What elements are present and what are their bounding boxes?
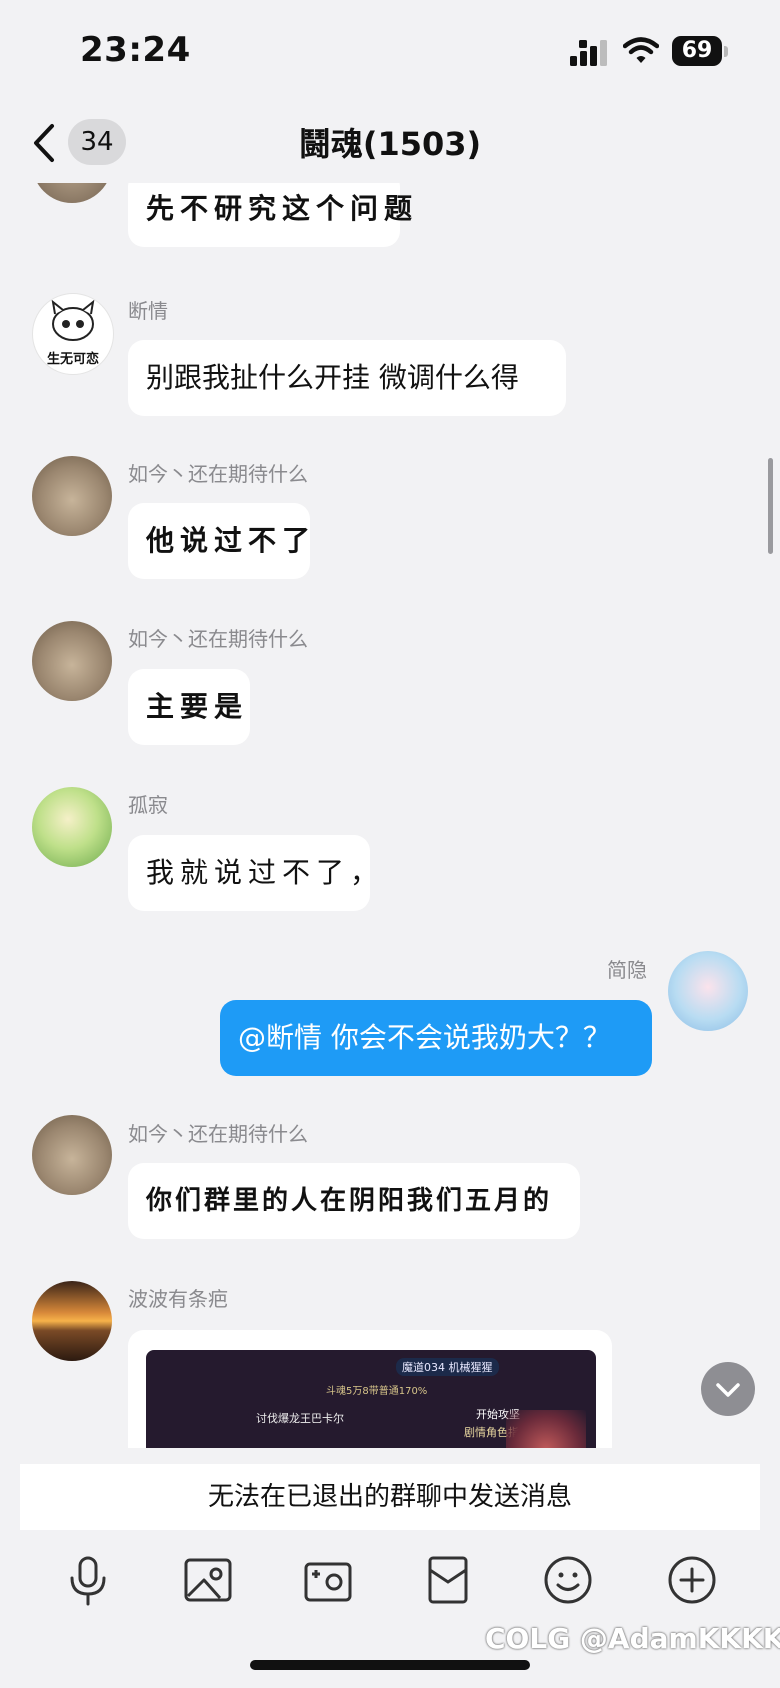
- battery-cap: [724, 46, 728, 57]
- anime-girl-avatar[interactable]: [668, 951, 748, 1031]
- message-bubble[interactable]: 他说过不了: [128, 503, 310, 579]
- sunset-avatar[interactable]: [32, 1281, 112, 1361]
- cat-avatar[interactable]: [32, 621, 112, 701]
- game-portrait: [506, 1410, 586, 1448]
- cat-avatar[interactable]: [32, 456, 112, 536]
- sender-name: 如今丶还在期待什么: [128, 462, 308, 486]
- message-bubble[interactable]: 我就说过不了，: [128, 835, 378, 911]
- cellular-signal-icon: [570, 40, 607, 66]
- group-exited-notice: 无法在已退出的群聊中发送消息: [20, 1464, 760, 1530]
- wifi-icon: [623, 37, 659, 63]
- sender-name: 如今丶还在期待什么: [128, 627, 308, 651]
- message-bubble[interactable]: 主要是: [128, 669, 250, 745]
- scroll-indicator[interactable]: [768, 458, 773, 554]
- image-icon[interactable]: [180, 1552, 236, 1608]
- girl-umbrella-avatar[interactable]: [32, 787, 112, 867]
- message-bubble[interactable]: 你们群里的人在阴阳我们五月的: [128, 1163, 580, 1239]
- message-bubble[interactable]: 别跟我扯什么开挂 微调什么得: [128, 340, 566, 416]
- cat-avatar[interactable]: [32, 1115, 112, 1195]
- emoji-icon[interactable]: [540, 1552, 596, 1608]
- input-toolbar: [0, 1540, 780, 1620]
- chat-title[interactable]: 鬪魂(1503): [0, 119, 780, 165]
- game-dialog-title: 斗魂5万8带普通170%: [326, 1386, 428, 1397]
- game-task: 讨伐爆龙王巴卡尔: [256, 1412, 344, 1425]
- plus-icon[interactable]: [664, 1552, 720, 1608]
- battery-icon: 69: [672, 36, 722, 66]
- sender-name: 断情: [128, 299, 168, 323]
- cartoon-cat-avatar[interactable]: 生无可恋: [32, 293, 114, 375]
- avatar-caption: 生无可恋: [46, 352, 99, 367]
- cat-avatar[interactable]: [32, 183, 112, 203]
- sender-name: 孤寂: [128, 793, 168, 817]
- chat-header: 34 鬪魂(1503): [0, 105, 780, 183]
- microphone-icon[interactable]: [60, 1552, 116, 1608]
- status-time: 23:24: [80, 30, 191, 70]
- image-message-bubble[interactable]: 魔道034 机械猩猩 斗魂5万8带普通170% 讨伐爆龙王巴卡尔 开始攻坚 剧情…: [128, 1330, 612, 1448]
- red-packet-icon[interactable]: [420, 1552, 476, 1608]
- home-indicator[interactable]: [250, 1660, 530, 1670]
- scroll-to-bottom-button[interactable]: [701, 1362, 755, 1416]
- message-bubble[interactable]: 先不研究这个问题: [128, 183, 412, 247]
- status-bar: 23:24 69: [0, 0, 780, 105]
- sender-name: 波波有条疤: [128, 1287, 228, 1311]
- message-bubble-self[interactable]: @断情 你会不会说我奶大？？: [220, 1000, 652, 1076]
- watermark: COLG @AdamKKKKK: [485, 1622, 780, 1655]
- game-tag: 魔道034 机械猩猩: [396, 1358, 499, 1376]
- camera-icon[interactable]: [300, 1552, 356, 1608]
- sender-name: 简隐: [607, 958, 647, 982]
- chevron-down-icon: [716, 1383, 740, 1397]
- game-screenshot-image[interactable]: 魔道034 机械猩猩 斗魂5万8带普通170% 讨伐爆龙王巴卡尔 开始攻坚 剧情…: [146, 1350, 596, 1448]
- chat-message-list[interactable]: 先不研究这个问题 生无可恋 断情 别跟我扯什么开挂 微调什么得 如今丶还在期待什…: [0, 183, 780, 1448]
- sender-name: 如今丶还在期待什么: [128, 1122, 308, 1146]
